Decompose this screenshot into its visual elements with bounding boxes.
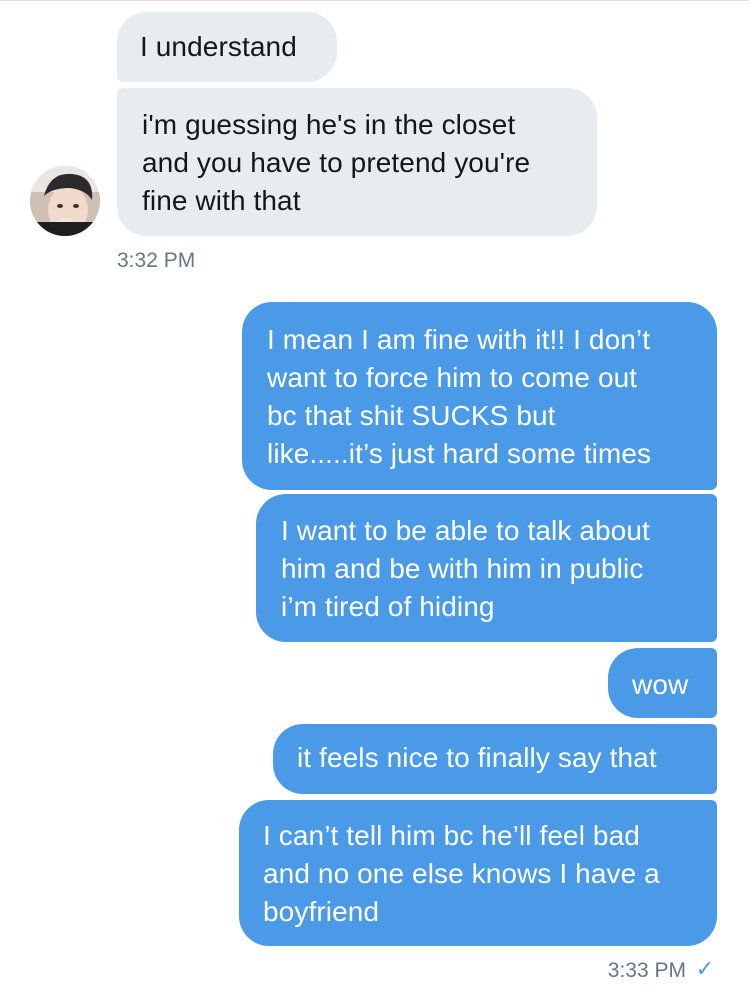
incoming-message[interactable]: i'm guessing he's in the closet and you … bbox=[117, 88, 597, 236]
outgoing-message[interactable]: I want to be able to talk about him and … bbox=[256, 494, 717, 642]
outgoing-message[interactable]: I can’t tell him bc he’ll feel bad and n… bbox=[239, 800, 717, 946]
avatar-photo bbox=[30, 166, 100, 236]
incoming-message[interactable]: I understand bbox=[117, 12, 337, 82]
outgoing-message[interactable]: it feels nice to finally say that bbox=[273, 724, 717, 794]
outgoing-timestamp: 3:33 PM bbox=[607, 959, 686, 982]
checkmark-icon: ✓ bbox=[695, 956, 714, 981]
top-divider bbox=[0, 0, 749, 1]
outgoing-message[interactable]: I mean I am fine with it!! I don’t want … bbox=[242, 302, 717, 490]
incoming-timestamp: 3:32 PM bbox=[117, 249, 196, 272]
outgoing-message[interactable]: wow bbox=[608, 648, 717, 718]
sender-avatar[interactable] bbox=[30, 166, 100, 236]
